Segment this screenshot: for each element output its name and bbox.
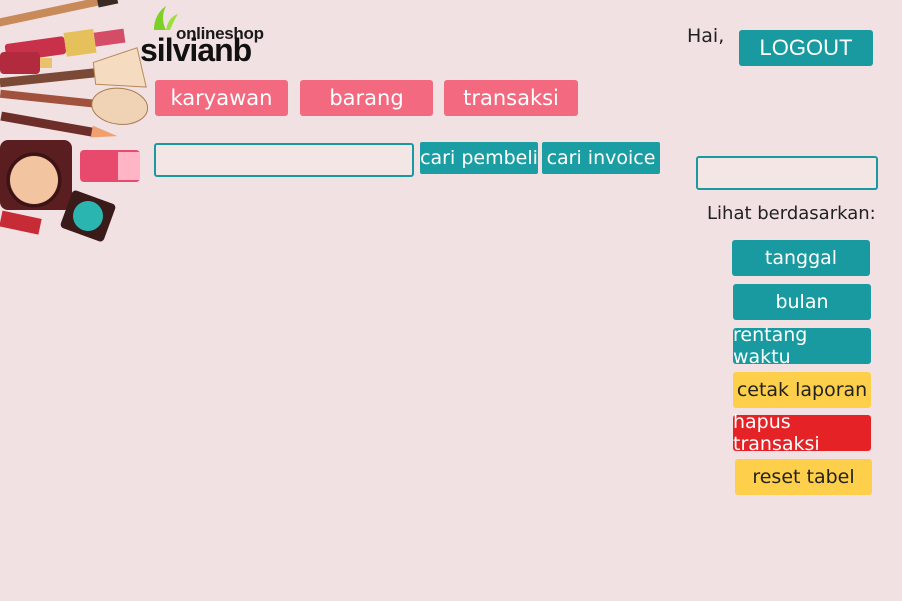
search-buyer-button[interactable]: cari pembeli [420,142,538,174]
filter-label: Lihat berdasarkan: [707,203,876,224]
search-input[interactable] [154,143,414,177]
delete-transaction-button[interactable]: hapus transaksi [733,411,871,455]
cosmetics-illustration [0,0,150,250]
brand-name: silvianb [140,32,252,68]
filter-input[interactable] [696,156,878,190]
reset-table-button[interactable]: reset tabel [735,459,872,495]
filter-date-button[interactable]: tanggal [732,240,870,276]
search-invoice-button[interactable]: cari invoice [542,142,660,174]
brand-logo: onlineshop silvianb [140,6,280,68]
tab-barang[interactable]: barang [300,80,433,116]
tab-karyawan[interactable]: karyawan [155,80,288,116]
tab-transaksi[interactable]: transaksi [444,80,578,116]
filter-month-button[interactable]: bulan [733,284,871,320]
greeting-text: Hai, [687,25,725,47]
print-report-button[interactable]: cetak laporan [733,372,871,408]
filter-range-button[interactable]: rentang waktu [733,324,871,368]
logout-button[interactable]: LOGOUT [739,30,873,66]
